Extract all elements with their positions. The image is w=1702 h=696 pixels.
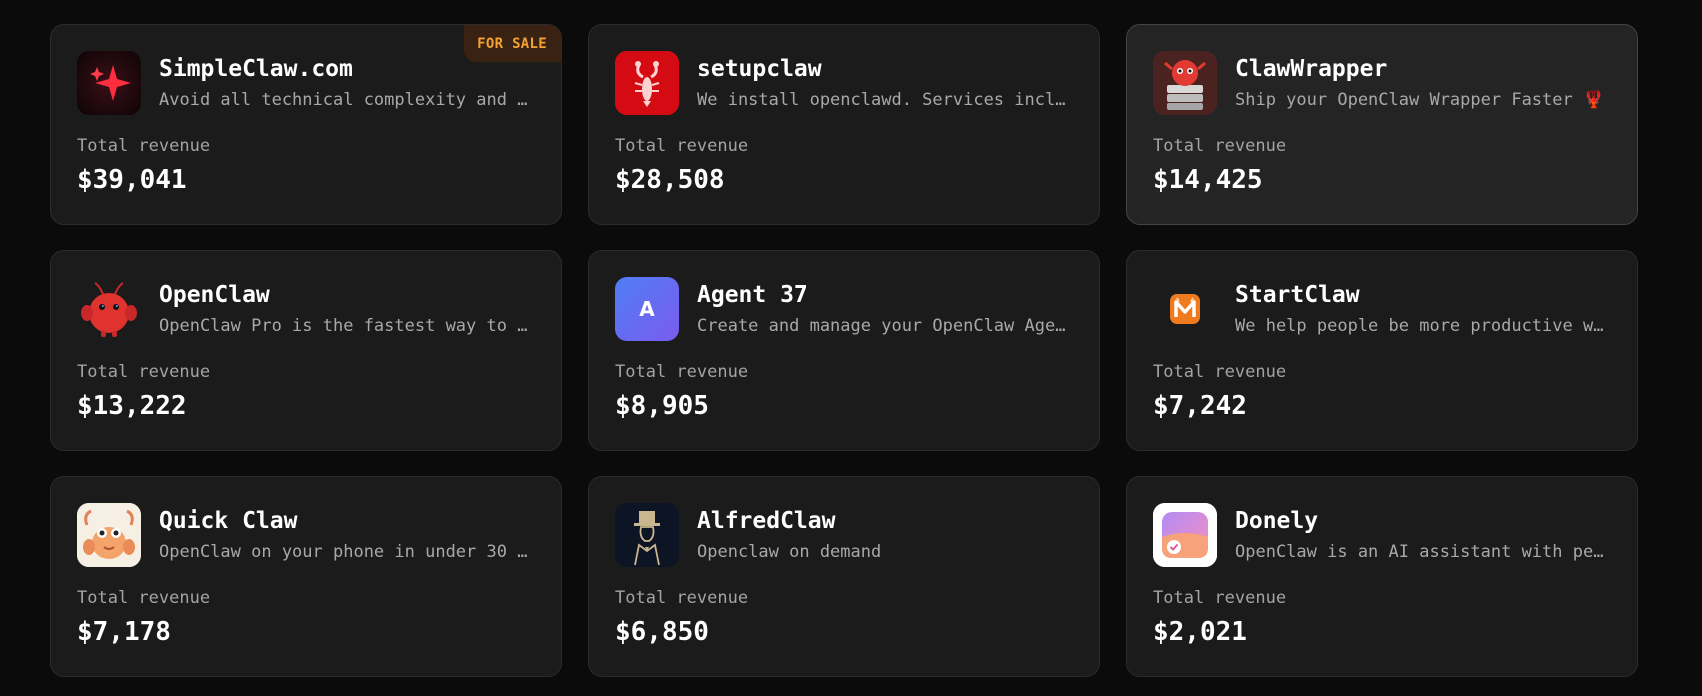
card-info: setupclaw We install openclawd. Services…	[697, 55, 1073, 111]
startup-description: Create and manage your OpenClaw Agents	[697, 316, 1073, 336]
robot-server-icon	[1153, 51, 1217, 115]
card-info: Agent 37 Create and manage your OpenClaw…	[697, 281, 1073, 337]
butler-icon	[615, 503, 679, 567]
card-header: AlfredClaw Openclaw on demand	[615, 503, 1073, 567]
app-check-icon	[1153, 503, 1217, 567]
startup-card-donely[interactable]: Donely OpenClaw is an AI assistant with …	[1126, 476, 1638, 677]
revenue-label: Total revenue	[1153, 362, 1287, 382]
card-header: Quick Claw OpenClaw on your phone in und…	[77, 503, 535, 567]
card-info: SimpleClaw.com Avoid all technical compl…	[159, 55, 535, 111]
revenue-value: $7,242	[1153, 391, 1247, 421]
revenue-value: $39,041	[77, 165, 187, 195]
startup-card-startclaw[interactable]: StartClaw We help people be more product…	[1126, 250, 1638, 451]
card-info: AlfredClaw Openclaw on demand	[697, 507, 1073, 563]
startup-name: AlfredClaw	[697, 508, 836, 534]
startup-card-agent-37[interactable]: A Agent 37 Create and manage your OpenCl…	[588, 250, 1100, 451]
revenue-label: Total revenue	[77, 588, 211, 608]
startup-name: setupclaw	[697, 56, 822, 82]
startup-description: Openclaw on demand	[697, 542, 882, 562]
revenue-label: Total revenue	[1153, 136, 1287, 156]
revenue-value: $7,178	[77, 617, 171, 647]
lobster-icon	[615, 51, 679, 115]
card-header: StartClaw We help people be more product…	[1153, 277, 1611, 341]
revenue-label: Total revenue	[615, 136, 749, 156]
logo-letter: A	[639, 297, 655, 321]
startup-card-simpleclaw[interactable]: FOR SALE SimpleClaw.com Avoid all techni…	[50, 24, 562, 225]
startup-card-openclaw[interactable]: OpenClaw OpenClaw Pro is the fastest way…	[50, 250, 562, 451]
startup-card-setupclaw[interactable]: setupclaw We install openclawd. Services…	[588, 24, 1100, 225]
startup-description: Avoid all technical complexity and one-c…	[159, 90, 535, 110]
revenue-value: $13,222	[77, 391, 187, 421]
revenue-label: Total revenue	[615, 362, 749, 382]
card-header: ClawWrapper Ship your OpenClaw Wrapper F…	[1153, 51, 1611, 115]
startup-description: Ship your OpenClaw Wrapper Faster 🦞	[1235, 90, 1605, 110]
startup-name: Quick Claw	[159, 508, 298, 534]
card-header: setupclaw We install openclawd. Services…	[615, 51, 1073, 115]
startup-card-alfredclaw[interactable]: AlfredClaw Openclaw on demand Total reve…	[588, 476, 1100, 677]
m-logo-icon	[1153, 277, 1217, 341]
red-mascot-icon	[77, 277, 141, 341]
sparkle-icon	[77, 51, 141, 115]
revenue-label: Total revenue	[77, 362, 211, 382]
card-info: ClawWrapper Ship your OpenClaw Wrapper F…	[1235, 55, 1611, 111]
startup-description: We help people be more productive with O…	[1235, 316, 1611, 336]
startup-name: ClawWrapper	[1235, 56, 1388, 82]
card-header: OpenClaw OpenClaw Pro is the fastest way…	[77, 277, 535, 341]
card-info: OpenClaw OpenClaw Pro is the fastest way…	[159, 281, 535, 337]
startup-name: Agent 37	[697, 282, 808, 308]
startup-card-clawwrapper[interactable]: ClawWrapper Ship your OpenClaw Wrapper F…	[1126, 24, 1638, 225]
revenue-value: $8,905	[615, 391, 709, 421]
startup-name: StartClaw	[1235, 282, 1360, 308]
revenue-value: $6,850	[615, 617, 709, 647]
card-info: StartClaw We help people be more product…	[1235, 281, 1611, 337]
revenue-label: Total revenue	[1153, 588, 1287, 608]
card-info: Quick Claw OpenClaw on your phone in und…	[159, 507, 535, 563]
revenue-value: $14,425	[1153, 165, 1263, 195]
shrimp-icon	[77, 503, 141, 567]
letter-a-icon: A	[615, 277, 679, 341]
card-header: SimpleClaw.com Avoid all technical compl…	[77, 51, 535, 115]
for-sale-badge: FOR SALE	[464, 25, 561, 62]
card-header: Donely OpenClaw is an AI assistant with …	[1153, 503, 1611, 567]
startup-description: OpenClaw on your phone in under 30 secon…	[159, 542, 535, 562]
revenue-label: Total revenue	[615, 588, 749, 608]
card-header: A Agent 37 Create and manage your OpenCl…	[615, 277, 1073, 341]
card-info: Donely OpenClaw is an AI assistant with …	[1235, 507, 1611, 563]
startup-card-quick-claw[interactable]: Quick Claw OpenClaw on your phone in und…	[50, 476, 562, 677]
revenue-value: $2,021	[1153, 617, 1247, 647]
revenue-value: $28,508	[615, 165, 725, 195]
startup-grid: FOR SALE SimpleClaw.com Avoid all techni…	[50, 24, 1638, 677]
startup-description: OpenClaw is an AI assistant with persona…	[1235, 542, 1611, 562]
revenue-label: Total revenue	[77, 136, 211, 156]
startup-description: OpenClaw Pro is the fastest way to get s…	[159, 316, 535, 336]
startup-name: OpenClaw	[159, 282, 270, 308]
startup-name: Donely	[1235, 508, 1319, 534]
startup-description: We install openclawd. Services included …	[697, 90, 1073, 110]
